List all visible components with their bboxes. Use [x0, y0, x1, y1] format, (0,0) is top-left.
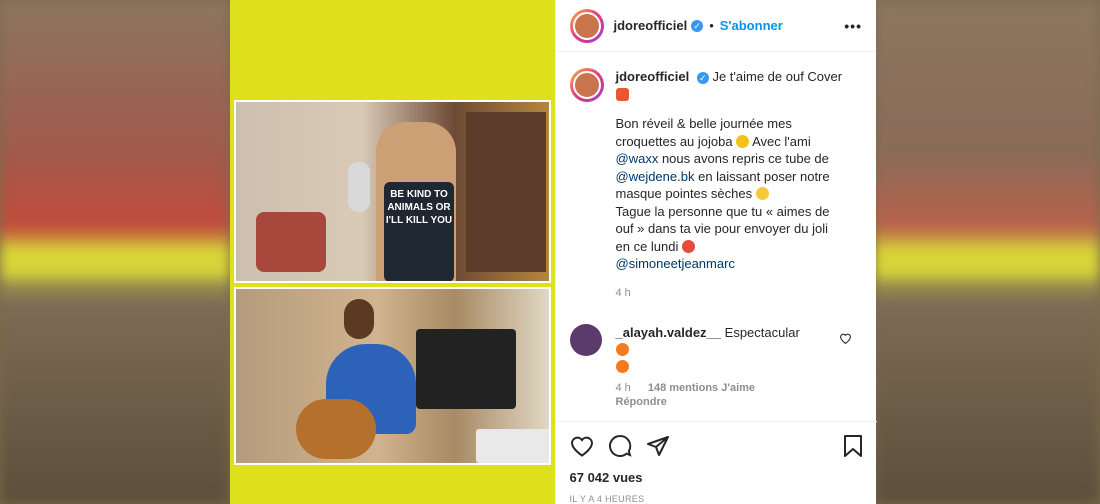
- comment-row: _alayah.valdez__ Espectacular 4 h 148 me…: [556, 302, 877, 409]
- post-media[interactable]: BE KIND TO ANIMALS OR I'LL KILL YOU: [230, 0, 555, 504]
- reply-button[interactable]: Répondre: [616, 396, 667, 408]
- header-username[interactable]: jdoreofficiel: [614, 18, 688, 33]
- heart-eyes-emoji-icon: [682, 239, 696, 253]
- video-pane-guitarist: [234, 287, 551, 465]
- fire-emoji-icon: [615, 343, 629, 356]
- follow-button[interactable]: S'abonner: [720, 18, 783, 33]
- post-caption: jdoreofficiel ✓ Je t'aime de ouf Cover B…: [556, 52, 877, 302]
- laughing-emoji-icon: [755, 187, 769, 200]
- comment-text: Espectacular: [724, 325, 800, 340]
- action-bar: [555, 421, 877, 458]
- heart-outline-icon[interactable]: [570, 435, 594, 457]
- heart-emoji-icon: [615, 87, 629, 101]
- shirt-text: BE KIND TO ANIMALS OR I'LL KILL YOU: [384, 182, 454, 281]
- mention-link[interactable]: @wejdene.bk: [616, 169, 695, 184]
- caption-username[interactable]: jdoreofficiel: [616, 69, 690, 84]
- mention-link[interactable]: @simoneetjeanmarc: [616, 256, 735, 271]
- separator-dot: •: [709, 18, 714, 33]
- bookmark-icon[interactable]: [843, 434, 863, 458]
- heart-outline-icon[interactable]: [839, 332, 852, 344]
- share-icon[interactable]: [646, 434, 670, 458]
- sun-emoji-icon: [736, 134, 750, 148]
- blurred-background-left: [0, 0, 230, 504]
- mention-link[interactable]: @waxx: [616, 151, 659, 166]
- comment-avatar[interactable]: [569, 324, 602, 356]
- caption-avatar[interactable]: [569, 68, 604, 102]
- comment-username[interactable]: _alayah.valdez__: [616, 325, 722, 340]
- comment-icon[interactable]: [608, 434, 632, 458]
- caption-time: 4 h: [615, 286, 631, 299]
- caption-line4: Tague la personne que tu « aimes de ouf …: [615, 203, 830, 254]
- post-sidebar: jdoreofficiel ✓ • S'abonner ••• jdoreoff…: [554, 0, 877, 504]
- verified-icon: ✓: [691, 19, 704, 32]
- more-icon[interactable]: •••: [844, 18, 862, 34]
- fire-emoji-icon: [615, 360, 629, 373]
- comment-likes[interactable]: 148 mentions J'aime: [648, 382, 755, 394]
- caption-title: Je t'aime de ouf Cover: [712, 69, 843, 84]
- instagram-post: BE KIND TO ANIMALS OR I'LL KILL YOU jdor…: [230, 0, 877, 504]
- verified-icon: ✓: [696, 71, 709, 84]
- post-header: jdoreofficiel ✓ • S'abonner •••: [555, 0, 876, 52]
- caption-line2-prefix: Avec l'ami: [752, 133, 811, 149]
- view-count[interactable]: 67 042 vues: [570, 470, 643, 485]
- comment-time: 4 h: [615, 382, 631, 394]
- blurred-background-right: [874, 0, 1100, 504]
- video-pane-singer: BE KIND TO ANIMALS OR I'LL KILL YOU: [234, 100, 551, 283]
- caption-line2-suffix: nous avons repris ce tube de: [661, 151, 829, 166]
- post-age: IL Y A 4 HEURES: [569, 494, 645, 504]
- avatar[interactable]: [569, 8, 604, 43]
